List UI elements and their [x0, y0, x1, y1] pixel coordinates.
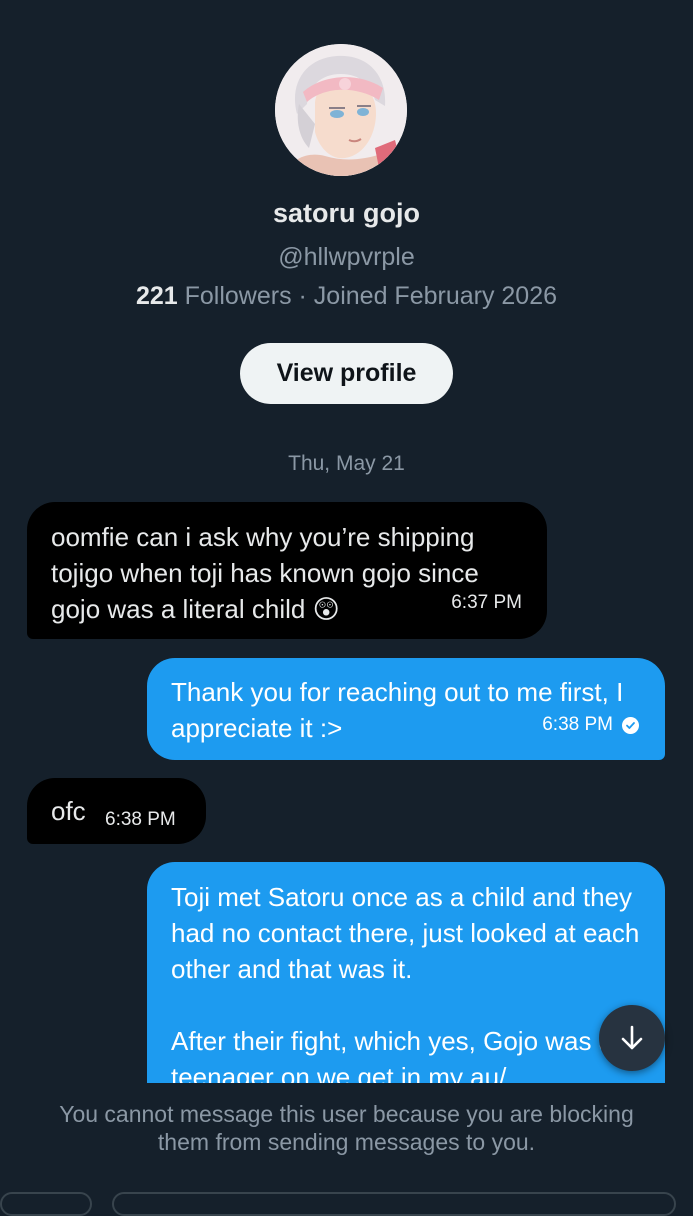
message-bubble-incoming[interactable]: oomfie can i ask why you’re shipping toj…	[27, 502, 547, 639]
message-list[interactable]: oomfie can i ask why you’re shipping toj…	[0, 0, 693, 1083]
check-circle-icon	[622, 716, 639, 734]
scroll-to-bottom-button[interactable]	[599, 1005, 665, 1071]
message-bubble-incoming[interactable]: ofc 6:38 PM	[27, 778, 206, 844]
composer-input-partial[interactable]	[112, 1192, 676, 1216]
message-text: ofc	[51, 796, 86, 826]
composer-button-partial[interactable]	[0, 1192, 92, 1216]
message-text: Toji met Satoru once as a child and they…	[171, 882, 640, 1083]
arrow-down-icon	[621, 1025, 643, 1050]
blocked-notice: You cannot message this user because you…	[59, 1101, 634, 1155]
message-timestamp: 6:38 PM	[542, 714, 613, 735]
message-meta: 6:38 PM	[542, 707, 639, 743]
message-bubble-outgoing[interactable]: Toji met Satoru once as a child and they…	[147, 862, 665, 1083]
message-timestamp: 6:37 PM	[451, 592, 522, 613]
message-timestamp: 6:38 PM	[105, 809, 176, 830]
message-bubble-outgoing[interactable]: Thank you for reaching out to me first, …	[147, 658, 665, 760]
